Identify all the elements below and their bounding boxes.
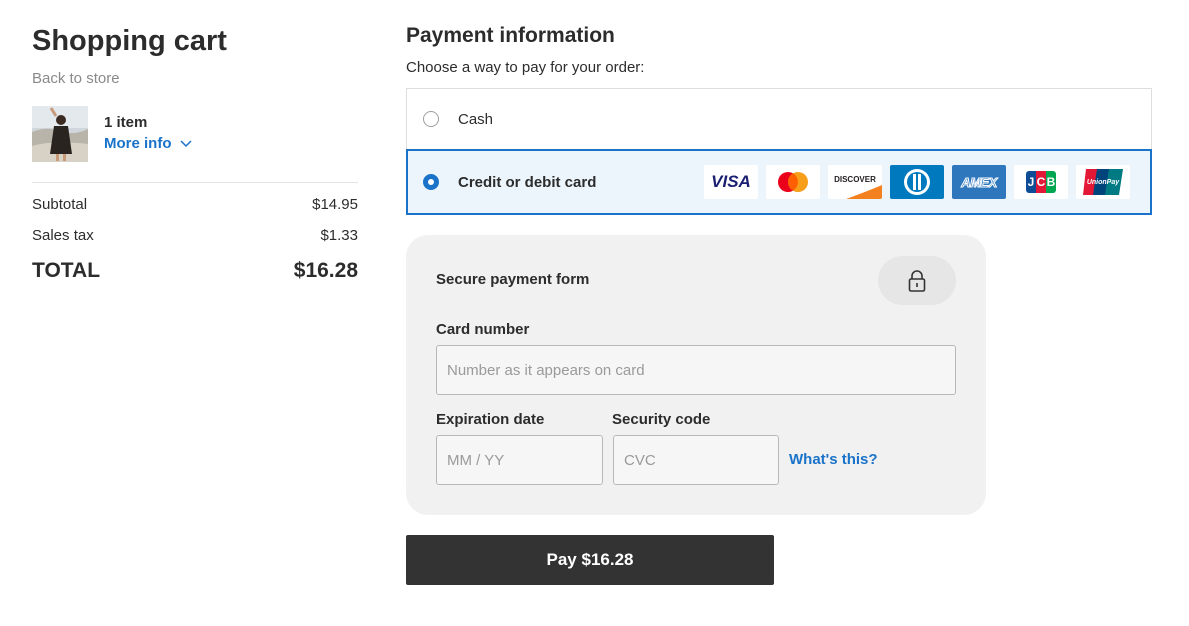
mastercard-icon (778, 172, 808, 192)
payment-title: Payment information (406, 24, 615, 47)
payment-option-card[interactable]: Credit or debit card VISA DISCOVER AMEX … (406, 149, 1152, 215)
expiration-date-label: Expiration date (436, 411, 545, 428)
whats-this-link[interactable]: What's this? (789, 451, 878, 468)
total-value: $16.28 (293, 259, 358, 282)
card-radio[interactable] (423, 174, 439, 190)
jcb-logo: J C B (1014, 165, 1068, 199)
item-count: 1 item (104, 114, 148, 131)
sales-tax-value: $1.33 (320, 227, 358, 244)
card-logos: VISA DISCOVER AMEX J C B UnionPay (696, 165, 1130, 199)
subtotal-row: Subtotal $14.95 (32, 196, 358, 213)
back-to-store-link[interactable]: Back to store (32, 70, 358, 87)
cash-radio[interactable] (423, 111, 439, 127)
more-info-toggle[interactable]: More info (104, 135, 192, 152)
discover-swoosh-icon (846, 185, 882, 199)
pay-button[interactable]: Pay $16.28 (406, 535, 774, 585)
diners-club-icon (904, 169, 930, 195)
payment-section: Payment information Choose a way to pay … (406, 22, 1152, 215)
cash-label: Cash (458, 110, 494, 128)
card-number-label: Card number (436, 321, 530, 338)
secure-form-title: Secure payment form (436, 271, 590, 288)
secure-payment-form: Secure payment form Card number Expirati… (406, 235, 986, 515)
cart-item: 1 item More info (32, 106, 358, 183)
lock-badge (878, 256, 956, 305)
sales-tax-label: Sales tax (32, 227, 94, 244)
chevron-down-icon (179, 139, 192, 147)
lock-icon (908, 269, 926, 292)
sales-tax-row: Sales tax $1.33 (32, 227, 358, 244)
expiration-date-input[interactable] (436, 435, 603, 485)
discover-logo: DISCOVER (828, 165, 882, 199)
security-code-label: Security code (612, 411, 711, 428)
cart-title: Shopping cart (32, 25, 227, 57)
mastercard-logo (766, 165, 820, 199)
product-thumbnail-image (32, 106, 88, 162)
unionpay-logo: UnionPay (1076, 165, 1130, 199)
subtotal-label: Subtotal (32, 196, 88, 213)
product-thumbnail (32, 106, 88, 162)
payment-subtitle: Choose a way to pay for your order: (406, 59, 645, 76)
visa-logo-text: VISA (711, 172, 751, 191)
amex-logo: AMEX (952, 165, 1006, 199)
subtotal-value: $14.95 (312, 196, 358, 213)
cart-summary: Shopping cart Back to store 1 item More … (32, 22, 358, 283)
diners-club-logo (890, 165, 944, 199)
payment-option-cash[interactable]: Cash (406, 88, 1152, 149)
card-number-input[interactable] (436, 345, 956, 395)
card-label: Credit or debit card (458, 173, 597, 191)
visa-logo: VISA (704, 165, 758, 199)
amex-logo-text: AMEX (961, 174, 998, 190)
jcb-letters: J C B (1026, 171, 1056, 193)
security-code-input[interactable] (613, 435, 779, 485)
total-label: TOTAL (32, 259, 101, 282)
more-info-label: More info (104, 135, 172, 152)
unionpay-logo-text: UnionPay (1086, 178, 1120, 186)
total-row: TOTAL $16.28 (32, 259, 358, 283)
